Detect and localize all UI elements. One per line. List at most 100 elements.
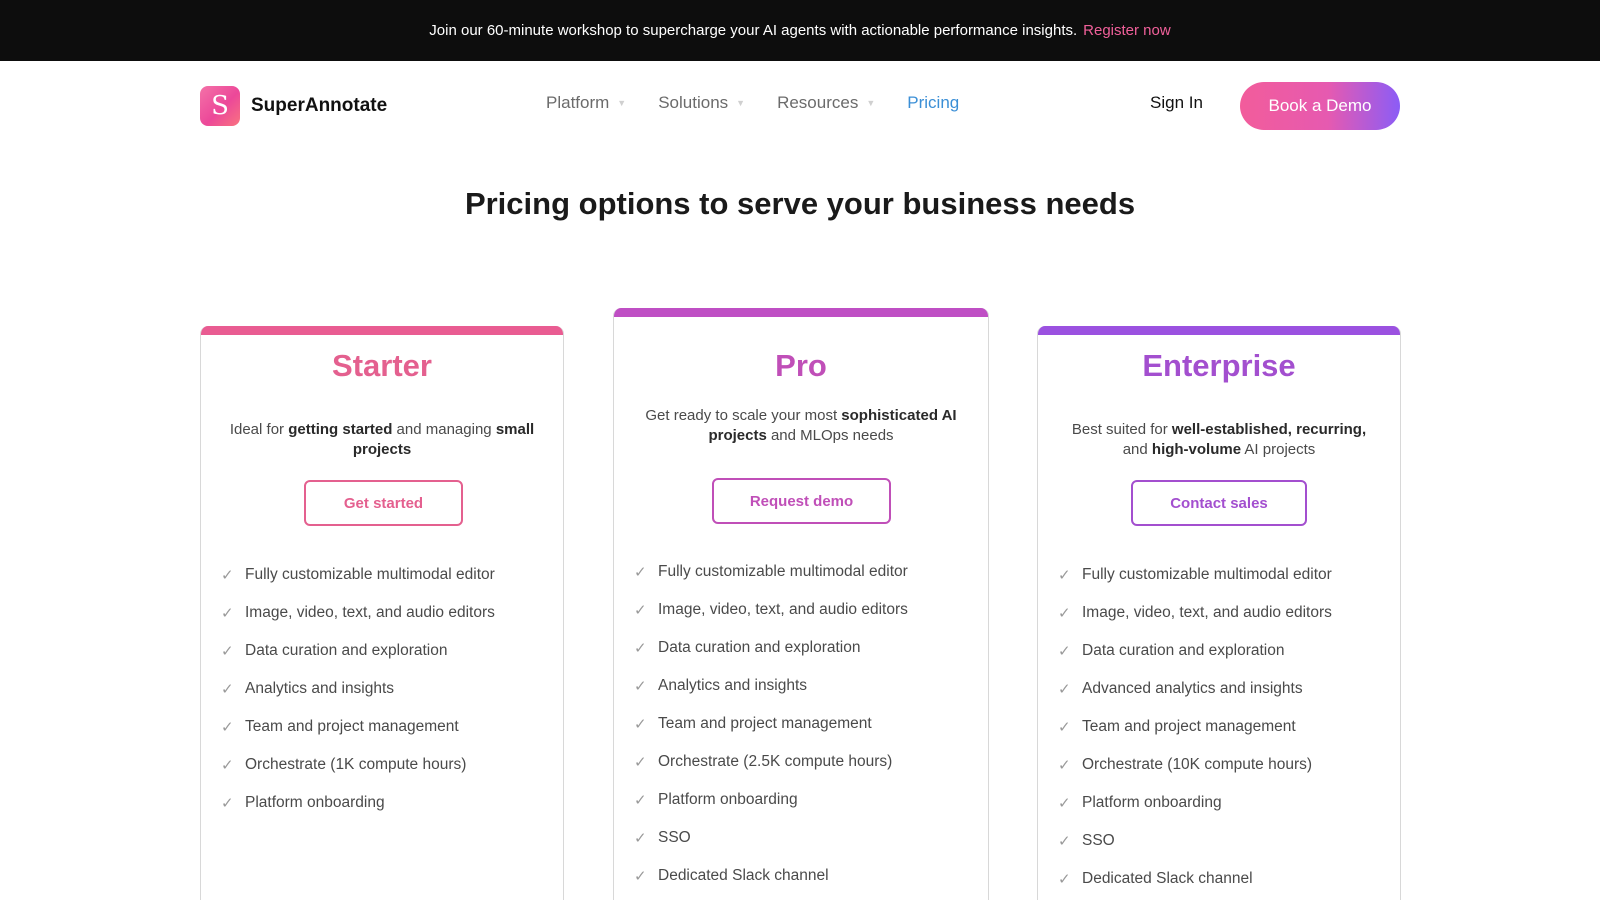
plan-description-text: and [1122, 441, 1152, 458]
feature-label: SSO [1082, 832, 1115, 849]
feature-label: Analytics and insights [658, 677, 808, 694]
feature-label: Dedicated Slack channel [658, 867, 829, 884]
check-icon: ✓ [1058, 643, 1071, 660]
check-icon: ✓ [221, 681, 234, 698]
feature-label: Image, video, text, and audio editors [658, 601, 908, 618]
feature-label: Fully customizable multimodal editor [1082, 566, 1332, 583]
get-started-button[interactable]: Get started [304, 480, 463, 526]
banner-text: Join our 60-minute workshop to superchar… [429, 22, 1078, 39]
check-icon: ✓ [634, 564, 647, 581]
feature-item: ✓ Team and project management [1058, 708, 1332, 746]
feature-label: Platform onboarding [245, 794, 385, 811]
feature-item: ✓ Fully customizable multimodal editor [1058, 556, 1332, 594]
feature-list: ✓ Fully customizable multimodal editor ✓ Im… [221, 556, 495, 822]
plan-description-text: getting started [288, 421, 393, 438]
plan-card-pro: Pro Get ready to scale your most sophist… [613, 308, 989, 900]
check-icon: ✓ [221, 757, 234, 774]
contact-sales-button[interactable]: Contact sales [1131, 480, 1307, 526]
plan-description-text: AI projects [1241, 441, 1316, 458]
feature-item: ✓ Dedicated Slack channel [1058, 860, 1332, 898]
nav-item-label: Solutions [658, 93, 729, 112]
feature-item: ✓ Team and project management [634, 705, 908, 743]
feature-item: ✓ Analytics and insights [221, 670, 495, 708]
check-icon: ✓ [1058, 871, 1071, 888]
brand-name: SuperAnnotate [251, 95, 388, 116]
feature-item: ✓ Data curation and exploration [221, 632, 495, 670]
plan-title: Enterprise [1142, 348, 1296, 383]
sign-in-link[interactable]: Sign In [1150, 93, 1203, 113]
feature-label: Team and project management [1082, 718, 1296, 735]
plan-description-text: high-volume [1151, 441, 1242, 458]
feature-label: Team and project management [658, 715, 872, 732]
feature-item: ✓ Fully customizable multimodal editor [634, 553, 908, 591]
plan-description: Ideal for getting started and managing s… [221, 420, 543, 460]
check-icon: ✓ [634, 602, 647, 619]
feature-label: SSO [658, 829, 691, 846]
plan-accent-bar [201, 326, 563, 335]
plan-card-starter: Starter Ideal for getting started and ma… [200, 326, 564, 900]
nav-item-label: Pricing [907, 93, 960, 112]
request-demo-button[interactable]: Request demo [712, 478, 891, 524]
register-now-link[interactable]: Register now [1083, 22, 1171, 39]
check-icon: ✓ [634, 754, 647, 771]
nav-menu: Platform ▼ Solutions ▼ Resources ▼ Prici… [546, 93, 991, 113]
feature-label: Data curation and exploration [245, 642, 448, 659]
feature-label: Image, video, text, and audio editors [1082, 604, 1332, 621]
main-nav: S SuperAnnotate Platform ▼ Solutions ▼ R… [0, 61, 1600, 151]
nav-item-resources[interactable]: Resources ▼ [777, 93, 875, 113]
check-icon: ✓ [1058, 681, 1071, 698]
plan-description-text: and MLOps needs [766, 427, 894, 444]
feature-label: Platform onboarding [658, 791, 798, 808]
chevron-down-icon: ▼ [617, 98, 627, 108]
feature-label: Platform onboarding [1082, 794, 1222, 811]
feature-item: ✓ Orchestrate (2.5K compute hours) [634, 743, 908, 781]
plan-card-enterprise: Enterprise Best suited for well-establis… [1037, 326, 1401, 900]
check-icon: ✓ [221, 643, 234, 660]
check-icon: ✓ [1058, 605, 1071, 622]
feature-label: Dedicated Slack channel [1082, 870, 1253, 887]
plan-accent-bar [1038, 326, 1400, 335]
check-icon: ✓ [1058, 567, 1071, 584]
chevron-down-icon: ▼ [736, 98, 746, 108]
chevron-down-icon: ▼ [866, 98, 876, 108]
feature-list: ✓ Fully customizable multimodal editor ✓ Im… [634, 553, 908, 895]
feature-item: ✓ Fully customizable multimodal editor [221, 556, 495, 594]
plan-description-text: Best suited for [1071, 421, 1172, 438]
feature-label: Fully customizable multimodal editor [245, 566, 495, 583]
nav-item-label: Resources [777, 93, 859, 112]
logo[interactable]: S SuperAnnotate [200, 86, 387, 126]
check-icon: ✓ [634, 678, 647, 695]
feature-label: Advanced analytics and insights [1082, 680, 1303, 697]
check-icon: ✓ [221, 719, 234, 736]
nav-item-platform[interactable]: Platform ▼ [546, 93, 626, 113]
check-icon: ✓ [1058, 719, 1071, 736]
plan-description: Best suited for well-established, recurr… [1058, 420, 1380, 460]
feature-item: ✓ Analytics and insights [634, 667, 908, 705]
plan-description-text: Ideal for [229, 421, 289, 438]
check-icon: ✓ [1058, 833, 1071, 850]
feature-label: Orchestrate (2.5K compute hours) [658, 753, 893, 770]
feature-item: ✓ Advanced analytics and insights [1058, 670, 1332, 708]
feature-item: ✓ Data curation and exploration [634, 629, 908, 667]
plan-description-text: and managing [392, 421, 496, 438]
feature-item: ✓ Data curation and exploration [1058, 632, 1332, 670]
plan-title: Pro [775, 348, 827, 383]
nav-item-pricing[interactable]: Pricing [907, 93, 959, 113]
feature-item: ✓ Platform onboarding [1058, 784, 1332, 822]
feature-label: Analytics and insights [245, 680, 395, 697]
feature-item: ✓ Image, video, text, and audio editors [1058, 594, 1332, 632]
feature-item: ✓ Orchestrate (1K compute hours) [221, 746, 495, 784]
feature-item: ✓ SSO [1058, 822, 1332, 860]
announcement-banner: Join our 60-minute workshop to superchar… [0, 0, 1600, 61]
feature-label: Data curation and exploration [658, 639, 861, 656]
nav-item-solutions[interactable]: Solutions ▼ [658, 93, 745, 113]
check-icon: ✓ [634, 716, 647, 733]
check-icon: ✓ [634, 868, 647, 885]
check-icon: ✓ [634, 640, 647, 657]
check-icon: ✓ [221, 795, 234, 812]
check-icon: ✓ [221, 567, 234, 584]
plan-description-text: Get ready to scale your most [645, 407, 842, 424]
check-icon: ✓ [634, 830, 647, 847]
feature-item: ✓ Team and project management [221, 708, 495, 746]
book-demo-button[interactable]: Book a Demo [1240, 82, 1400, 130]
